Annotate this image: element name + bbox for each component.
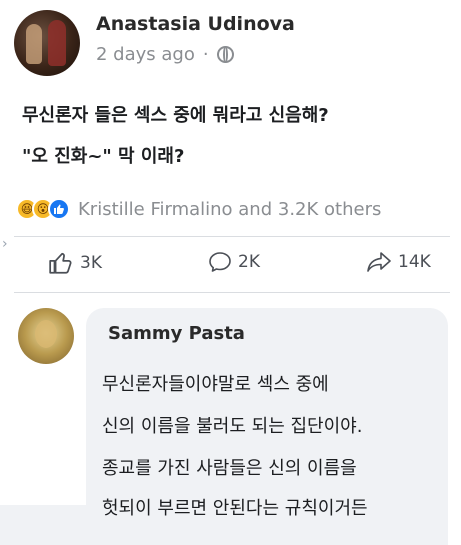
post-text-line-2: "오 진화~" 막 이래?	[22, 146, 185, 167]
post-author-name[interactable]: Anastasia Udinova	[96, 13, 295, 35]
share-button[interactable]: 14K	[366, 250, 431, 274]
divider	[14, 236, 450, 237]
share-count: 14K	[398, 252, 431, 272]
post-timestamp[interactable]: 2 days ago	[96, 44, 195, 65]
avatar-figure	[48, 20, 66, 66]
comment-text-line-2: 신의 이름을 불러도 되는 집단이야.	[102, 416, 363, 437]
post-actions: 3K 2K 14K	[0, 250, 461, 284]
background-strip	[0, 505, 86, 545]
thumbs-up-icon	[49, 252, 72, 274]
globe-icon	[216, 46, 234, 63]
divider	[14, 292, 450, 293]
commenter-avatar[interactable]	[18, 308, 74, 364]
author-avatar[interactable]	[14, 10, 80, 76]
reactions-summary[interactable]: 😆 😮 Kristille Firmalino and 3.2K others	[16, 198, 381, 220]
commenter-name[interactable]: Sammy Pasta	[108, 323, 245, 344]
comment-text-line-3: 종교를 가진 사람들은 신의 이름을	[102, 458, 357, 479]
share-icon	[367, 252, 391, 272]
reactions-text: Kristille Firmalino and 3.2K others	[78, 198, 382, 220]
comment-text-line-4: 헛되이 부르면 안된다는 규칙이거든	[102, 498, 368, 519]
post-text-line-1: 무신론자 들은 섹스 중에 뭐라고 신음해?	[22, 105, 329, 126]
post-meta: 2 days ago ·	[96, 44, 234, 65]
comment-bubble: Sammy Pasta 무신론자들이야말로 섹스 중에 신의 이름을 불러도 되…	[86, 308, 448, 545]
like-count: 3K	[80, 253, 102, 273]
avatar-figure	[26, 24, 42, 64]
meta-separator: ·	[202, 44, 209, 65]
comment-icon	[209, 252, 231, 272]
comment-button[interactable]: 2K	[208, 250, 260, 274]
comment-count: 2K	[238, 252, 260, 272]
like-button[interactable]: 3K	[48, 250, 102, 276]
like-icon	[48, 198, 70, 220]
comment-text-line-1: 무신론자들이야말로 섹스 중에	[102, 374, 329, 395]
post-card: Anastasia Udinova 2 days ago · 무신론자 들은 섹…	[0, 0, 461, 300]
avatar-face	[35, 320, 57, 348]
